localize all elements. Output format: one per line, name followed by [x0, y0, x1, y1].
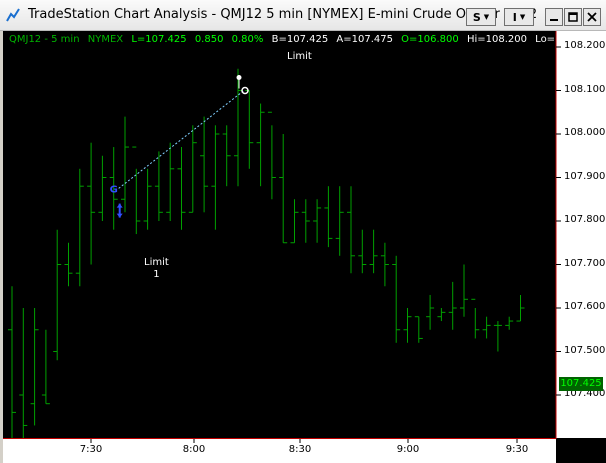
styles-menu-button[interactable]: S ▼	[466, 8, 496, 26]
price-tick-label: 108.000	[564, 127, 606, 138]
dropdown-arrow-icon: ▼	[483, 13, 490, 21]
exit-order-handle	[236, 75, 242, 80]
time-axis[interactable]: 7:30 8:00 8:30 9:00 9:30	[3, 439, 556, 463]
title-bar[interactable]: TradeStation Chart Analysis - QMJ12 5 mi…	[0, 0, 606, 31]
status-high: Hi=108.200	[466, 34, 527, 45]
fill-marker: G	[110, 184, 118, 195]
entry-order-arrow	[116, 203, 123, 208]
close-button[interactable]	[583, 8, 601, 26]
status-exchange: NYMEX	[87, 34, 124, 45]
entry-order-arrow	[116, 213, 123, 218]
maximize-button[interactable]	[564, 8, 582, 26]
exit-order-label[interactable]: Limit	[287, 51, 312, 63]
price-tick-label: 107.600	[564, 301, 606, 312]
status-change: 0.850	[194, 34, 224, 45]
dropdown-arrow-icon: ▼	[519, 13, 526, 21]
status-open: O=106.800	[401, 34, 459, 45]
price-tick-label: 108.200	[564, 40, 606, 51]
exit-order-marker	[241, 86, 249, 95]
status-last: L=107.425	[131, 34, 187, 45]
time-tick-label: 9:30	[505, 444, 529, 455]
maximize-icon	[568, 12, 578, 22]
entry-order-label[interactable]: Limit 1	[144, 257, 169, 281]
symbol-status-line: QMJ12 - 5 min NYMEX L=107.425 0.850 0.80…	[9, 34, 601, 45]
insert-menu-button[interactable]: I ▼	[504, 8, 534, 26]
time-tick-label: 9:00	[396, 444, 420, 455]
status-symbol: QMJ12 - 5 min	[9, 34, 80, 45]
price-tick-label: 107.900	[564, 170, 606, 182]
window-title: TradeStation Chart Analysis - QMJ12 5 mi…	[28, 7, 538, 22]
price-tick-label: 107.500	[564, 344, 606, 356]
chart-window: TradeStation Chart Analysis - QMJ12 5 mi…	[0, 0, 606, 463]
minimize-icon	[550, 19, 558, 21]
price-tick-label: 107.800	[564, 214, 606, 225]
price-chart[interactable]: G QMJ12 - 5 min NYMEX L=107.425 0.850 0.…	[3, 31, 606, 463]
insert-button-label: I	[512, 10, 517, 24]
time-tick-label: 8:00	[182, 444, 206, 455]
price-tick-label: 108.100	[564, 83, 606, 95]
status-pct: 0.80%	[231, 34, 264, 45]
time-tick-label: 8:30	[288, 444, 312, 455]
tradestation-app-icon	[6, 8, 20, 22]
minimize-button[interactable]	[545, 8, 563, 26]
order-link-line	[118, 90, 245, 189]
entry-order-type: Limit	[144, 257, 169, 268]
entry-order-qty: 1	[153, 269, 160, 280]
current-price-marker: 107.425	[559, 377, 603, 391]
status-ask: A=107.475	[336, 34, 393, 45]
close-icon	[587, 12, 597, 22]
price-tick-label: 107.700	[564, 257, 606, 269]
status-bid: B=107.425	[271, 34, 329, 45]
order-overlay: G	[110, 75, 249, 218]
styles-button-label: S	[472, 10, 481, 24]
time-tick-label: 7:30	[79, 444, 103, 455]
